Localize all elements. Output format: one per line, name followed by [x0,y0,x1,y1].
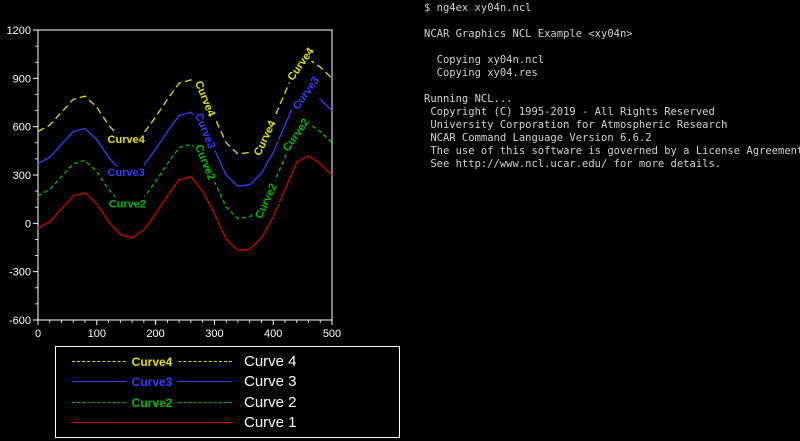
legend-line-sample-curve3: Curve3 [72,381,232,382]
terminal-line: Running NCL... [424,93,800,106]
terminal-command-line: $ ng4ex xy04n.ncl [424,2,800,15]
legend-line-sample-curve2: Curve2 [72,402,232,403]
terminal-line: Copyright (C) 1995-2019 - All Rights Res… [424,106,800,119]
terminal-line [424,80,800,93]
legend-line-sample-curve4: Curve4 [72,361,232,362]
curve-inline-label: Curve4 [192,79,217,119]
legend-row-curve1: Curve 1 [56,413,399,433]
y-tick-label: 1200 [7,25,31,37]
curve-inline-label: Curve4 [252,118,279,158]
xy-plot: 0 100 200 300 400 500 -600 -300 0 300 600 900 1200 Cu… [0,0,420,345]
legend-inline-label-curve3: Curve3 [127,375,178,389]
terminal-line [424,15,800,28]
terminal-line: See http://www.ncl.ucar.edu/ for more de… [424,158,800,171]
legend-row-curve3: Curve3 Curve 3 [56,372,399,392]
terminal-line: Copying xy04n.ncl [424,54,800,67]
curve-inline-label: Curve3 [108,167,145,179]
y-tick-label: 900 [13,73,31,85]
terminal-line [424,41,800,54]
curve-inline-label: Curve2 [192,143,217,182]
curve-inline-label: Curve2 [109,199,146,211]
x-tick-label: 0 [35,328,41,340]
x-tick-label: 400 [264,328,282,340]
legend-inline-label-curve4: Curve4 [127,355,178,369]
legend-row-curve2: Curve2 Curve 2 [56,392,399,412]
y-tick-label: 300 [13,170,31,182]
terminal-line: NCAR Command Language Version 6.6.2 [424,132,800,145]
y-tick-label: 600 [13,122,31,134]
terminal-output[interactable]: $ ng4ex xy04n.ncl NCAR Graphics NCL Exam… [424,2,800,439]
curve-inline-label: Curve4 [108,134,146,146]
legend-row-curve4: Curve4 Curve 4 [56,351,399,371]
x-tick-label: 100 [88,328,106,340]
legend-line-sample-curve1 [72,422,232,423]
terminal-line: Copying xy04.res [424,67,800,80]
x-tick-label: 500 [323,328,341,340]
terminal-line: The use of this software is governed by … [424,145,800,158]
x-tick-label: 300 [205,328,223,340]
terminal-line: NCAR Graphics NCL Example <xy04n> [424,28,800,41]
curve-inline-label: Curve2 [253,182,280,221]
curve-line-curve-1 [38,156,332,251]
legend: Curve4 Curve 4 Curve3 Curve 3 Curve2 Cur… [55,346,400,438]
terminal-line: University Corporation for Atmospheric R… [424,119,800,132]
legend-label-curve4: Curve 4 [244,353,297,370]
xy-plot-panel: 0 100 200 300 400 500 -600 -300 0 300 600 900 1200 Cu… [0,0,420,441]
y-tick-label: 0 [25,218,31,230]
curve-inline-label: Curve3 [192,112,217,151]
x-tick-label: 200 [146,328,164,340]
legend-label-curve2: Curve 2 [244,394,297,411]
curve-inline-label: Curve2 [281,117,312,154]
legend-inline-label-curve2: Curve2 [127,396,178,410]
y-tick-label: -300 [9,267,31,279]
legend-label-curve3: Curve 3 [244,373,297,390]
y-tick-label: -600 [9,315,31,327]
legend-label-curve1: Curve 1 [244,414,297,431]
